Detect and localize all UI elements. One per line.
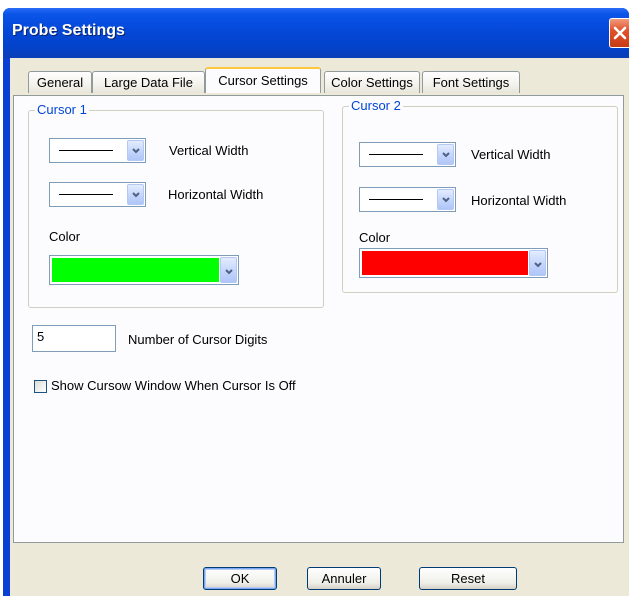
cursor-digits-label: Number of Cursor Digits bbox=[128, 332, 268, 347]
dropdown-button[interactable] bbox=[127, 184, 144, 205]
cursor1-color-label: Color bbox=[49, 229, 81, 244]
cursor-settings-panel: Cursor 1 Vertical Width Horizontal Width… bbox=[13, 95, 624, 543]
cursor2-color-select[interactable] bbox=[359, 248, 548, 278]
line-style-preview bbox=[59, 194, 113, 195]
cursor2-horizontal-width-label: Horizontal Width bbox=[471, 193, 567, 208]
show-cursor-window-label[interactable]: Show Cursow Window When Cursor Is Off bbox=[51, 378, 296, 393]
cursor1-color-select[interactable] bbox=[49, 255, 239, 285]
cursor1-vertical-width-select[interactable] bbox=[49, 138, 146, 163]
cursor1-horizontal-width-label: Horizontal Width bbox=[168, 187, 264, 202]
dropdown-button[interactable] bbox=[220, 257, 237, 283]
chevron-down-icon bbox=[132, 192, 140, 198]
chevron-down-icon bbox=[442, 152, 450, 158]
line-style-preview bbox=[59, 150, 113, 151]
show-cursor-window-checkbox[interactable] bbox=[34, 380, 47, 393]
dropdown-button[interactable] bbox=[437, 189, 454, 210]
cursor2-color-swatch bbox=[362, 251, 528, 275]
cursor2-legend: Cursor 2 bbox=[349, 98, 403, 113]
cursor2-vertical-width-select[interactable] bbox=[359, 142, 456, 167]
cursor2-horizontal-width-select[interactable] bbox=[359, 187, 456, 212]
cursor-digits-input[interactable]: 5 bbox=[32, 325, 116, 352]
dropdown-button[interactable] bbox=[437, 144, 454, 165]
window-title: Probe Settings bbox=[12, 22, 125, 39]
ok-button[interactable]: OK bbox=[203, 567, 277, 590]
close-icon bbox=[613, 26, 627, 40]
cancel-button[interactable]: Annuler bbox=[307, 567, 381, 590]
chevron-down-icon bbox=[132, 148, 140, 154]
cursor1-vertical-width-label: Vertical Width bbox=[169, 143, 249, 158]
reset-button[interactable]: Reset bbox=[419, 567, 517, 590]
cursor2-vertical-width-label: Vertical Width bbox=[471, 147, 551, 162]
dropdown-button[interactable] bbox=[127, 140, 144, 161]
cursor1-horizontal-width-select[interactable] bbox=[49, 182, 146, 207]
chevron-down-icon bbox=[442, 197, 450, 203]
cursor2-group: Cursor 2 Vertical Width Horizontal Width… bbox=[342, 98, 618, 293]
dropdown-button[interactable] bbox=[529, 250, 546, 276]
line-style-preview bbox=[369, 199, 423, 200]
cursor1-color-swatch bbox=[52, 258, 219, 282]
tab-font-settings[interactable]: Font Settings bbox=[422, 71, 520, 93]
tab-cursor-settings[interactable]: Cursor Settings bbox=[205, 67, 321, 93]
dialog-window: Probe Settings General Large Data File C… bbox=[3, 8, 629, 596]
cursor1-legend: Cursor 1 bbox=[35, 102, 89, 117]
cursor2-color-label: Color bbox=[359, 230, 391, 245]
dialog-client-area: General Large Data File Cursor Settings … bbox=[10, 58, 629, 596]
line-style-preview bbox=[369, 154, 423, 155]
tab-large-data-file[interactable]: Large Data File bbox=[92, 71, 205, 93]
tab-color-settings[interactable]: Color Settings bbox=[324, 71, 420, 93]
close-button[interactable] bbox=[609, 18, 629, 48]
chevron-down-icon bbox=[534, 262, 542, 268]
tab-general[interactable]: General bbox=[28, 71, 92, 93]
cursor1-group: Cursor 1 Vertical Width Horizontal Width… bbox=[28, 102, 324, 308]
chevron-down-icon bbox=[225, 269, 233, 275]
title-bar[interactable]: Probe Settings bbox=[3, 8, 629, 58]
